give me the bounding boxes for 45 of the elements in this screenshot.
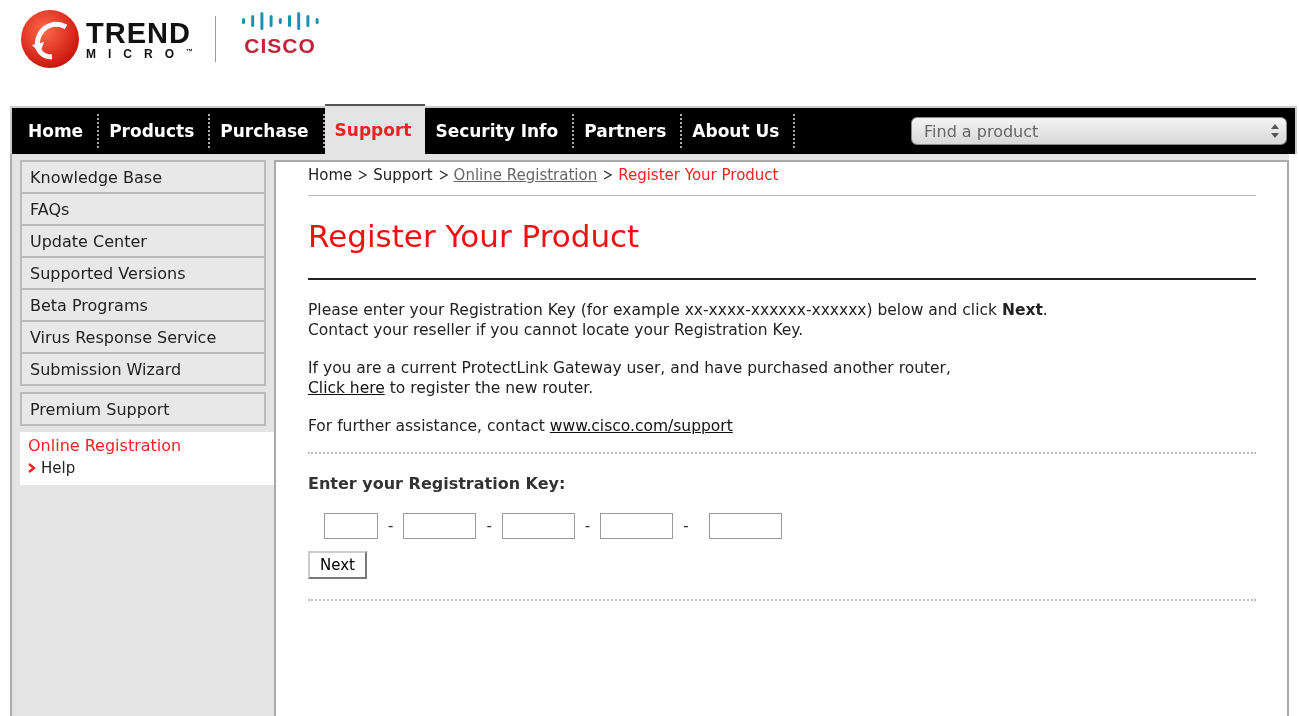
breadcrumb-separator-icon <box>358 170 368 180</box>
input-field[interactable] <box>708 513 782 539</box>
breadcrumb-separator-icon <box>438 170 448 180</box>
page-title: Register Your Product <box>308 196 1256 280</box>
input-field[interactable] <box>403 513 477 539</box>
nav-tab[interactable]: Home <box>18 114 100 148</box>
sidebar-item[interactable]: Online Registration <box>28 436 266 455</box>
paragraph: If you are a current ProtectLink Gateway user, and have purchased another router, Click here to register the new router. <box>308 358 952 398</box>
nav-tab[interactable]: Security Info <box>425 114 575 148</box>
breadcrumb-item[interactable]: Online Registration <box>453 166 598 184</box>
sidebar-item[interactable]: Update Center <box>22 226 264 256</box>
next-button[interactable]: Next <box>308 551 367 579</box>
separator: - <box>486 517 492 535</box>
nav-tab[interactable]: Products <box>99 114 211 148</box>
chevron-icon <box>28 463 36 473</box>
sidebar-item[interactable]: FAQs <box>22 194 264 224</box>
input-field[interactable] <box>501 513 575 539</box>
breadcrumb-separator-icon <box>603 170 613 180</box>
link[interactable]: Click here <box>308 379 385 397</box>
separator: - <box>388 517 394 535</box>
logo-name: TREND <box>86 18 192 48</box>
sidebar-item[interactable]: Supported Versions <box>22 258 264 288</box>
field-label: Enter your Registration Key: <box>308 474 567 493</box>
breadcrumb-item: Register Your Product <box>618 166 779 184</box>
paragraph: For further assistance, contact www.cisco.com/support <box>308 416 734 436</box>
logo-name: CISCO <box>244 34 316 58</box>
sidebar-item[interactable]: Knowledge Base <box>22 162 264 192</box>
ball-logo-icon <box>20 9 80 69</box>
nav-tab[interactable]: About Us <box>682 114 796 148</box>
nav-tab[interactable]: Partners <box>574 114 683 148</box>
sidebar-item[interactable]: Submission Wizard <box>22 354 264 384</box>
sidebar-item[interactable]: Beta Programs <box>22 290 264 320</box>
input-field[interactable] <box>324 513 378 539</box>
input-field[interactable] <box>600 513 674 539</box>
sidebar-item[interactable]: Virus Response Service <box>22 322 264 352</box>
product-select[interactable]: Find a product <box>911 117 1287 145</box>
link[interactable]: www.cisco.com/support <box>549 417 733 435</box>
sidebar-item[interactable]: Premium Support <box>22 394 264 424</box>
sidebar-subitem[interactable]: Help <box>41 459 76 477</box>
updown-icon <box>1270 123 1280 139</box>
breadcrumb-item: Home <box>308 166 353 184</box>
breadcrumb-item: Support <box>373 166 433 184</box>
separator: - <box>584 517 591 535</box>
paragraph: Please enter your Registration Key (for example xx-xxxx-xxxxxx-xxxxxx) below and click Next. Contact your reseller if you cannot locate your Registration Key. <box>308 300 1049 340</box>
separator: - <box>683 517 689 535</box>
